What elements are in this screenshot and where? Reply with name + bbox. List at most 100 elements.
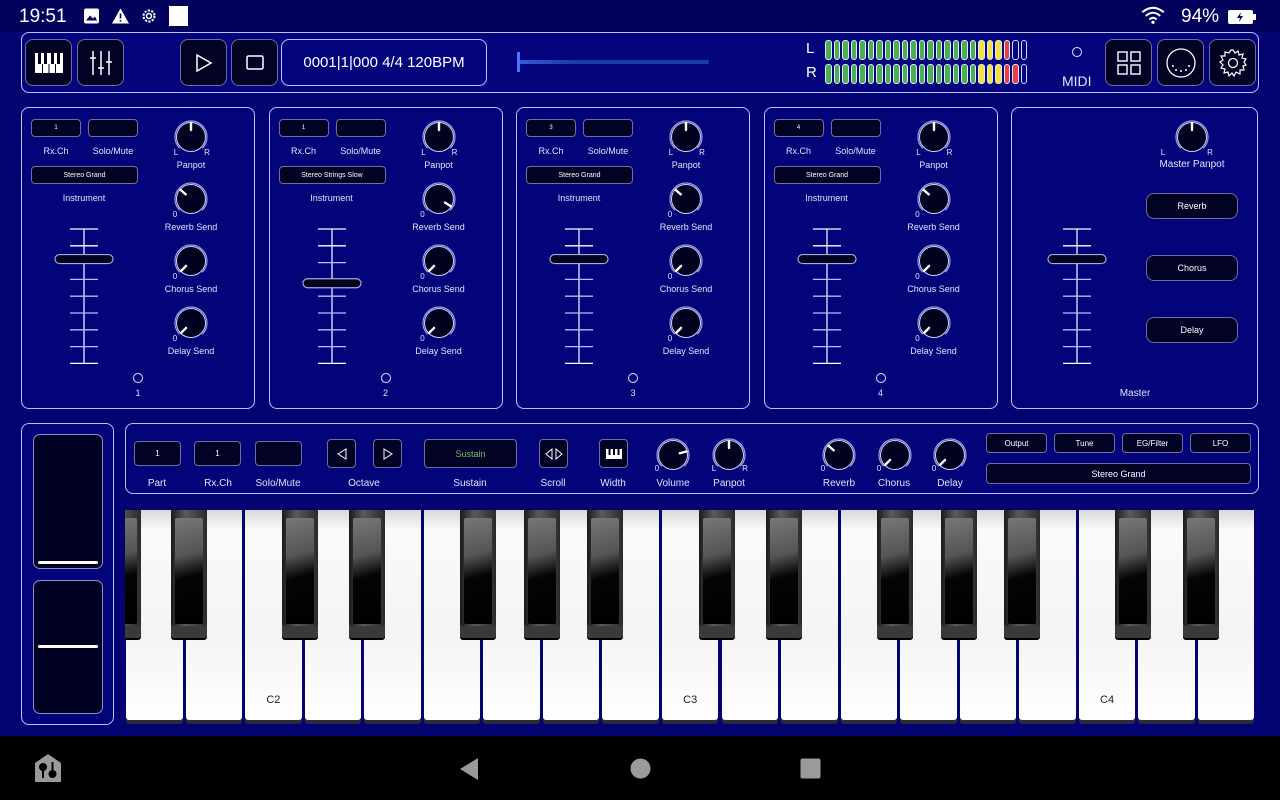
reverb-send-dial (916, 182, 951, 214)
master-reverb-button[interactable]: Reverb (1146, 193, 1238, 219)
part-1-chorus-send-knob[interactable] (172, 242, 210, 280)
modulation-wheel[interactable] (33, 580, 103, 714)
black-key[interactable] (1004, 510, 1041, 638)
part-1-delay-send-knob[interactable] (172, 304, 210, 342)
part-4-solo-mute-button[interactable] (830, 119, 881, 137)
black-key[interactable] (766, 510, 803, 638)
controller-solo-mute-button[interactable] (255, 441, 302, 466)
song-position-slider[interactable] (517, 52, 709, 72)
controller-volume-knob[interactable] (654, 436, 692, 474)
part-3-chorus-send-knob[interactable] (667, 242, 705, 280)
black-key[interactable] (460, 510, 497, 638)
sustain-button[interactable]: Sustain (424, 439, 517, 468)
knob-zero-label: 0 (915, 334, 920, 343)
grid-button[interactable] (1105, 39, 1152, 86)
controller-rx-ch-button[interactable]: 1 (194, 441, 241, 466)
reverb-send-dial (421, 182, 456, 214)
controller-instrument-select[interactable]: Stereo Grand (986, 463, 1251, 484)
part-4-chorus-send-knob[interactable] (915, 242, 953, 280)
black-key[interactable] (877, 510, 914, 638)
master-delay-button[interactable]: Delay (1146, 317, 1238, 343)
reverb-send-label: Reverb Send (164, 222, 218, 232)
octave-up-button[interactable] (373, 439, 402, 468)
song-position-handle[interactable] (517, 52, 520, 72)
master-volume-fader[interactable] (1047, 225, 1107, 365)
part-3-instrument-select[interactable]: Stereo Grand (526, 166, 633, 184)
part-2-instrument-select[interactable]: Stereo Strings Slow (278, 166, 386, 184)
tab-eg-filter[interactable]: EG/Filter (1122, 433, 1183, 453)
part-1-rx-ch-button[interactable]: 1 (31, 119, 81, 137)
meter-segment (867, 40, 874, 60)
black-key[interactable] (281, 510, 318, 638)
part-4-instrument-select[interactable]: Stereo Grand (773, 166, 881, 184)
tab-output[interactable]: Output (986, 433, 1047, 453)
black-key[interactable] (587, 510, 624, 638)
rx-ch-label: Rx.Ch (204, 478, 232, 489)
rx-ch-label: Rx.Ch (785, 146, 812, 156)
play-button[interactable] (180, 39, 227, 86)
chorus-send-label: Chorus Send (659, 284, 713, 294)
fader-handle (549, 253, 609, 265)
part-2-reverb-send-knob[interactable] (420, 180, 458, 218)
part-3-solo-mute-button[interactable] (583, 119, 633, 137)
part-3-volume-fader[interactable] (549, 225, 609, 365)
midi-port-button[interactable] (1157, 39, 1204, 86)
part-4-reverb-send-knob[interactable] (915, 180, 953, 218)
master-chorus-button[interactable]: Chorus (1146, 255, 1238, 281)
meter-segment (978, 40, 985, 60)
mixer-view-button[interactable] (77, 39, 124, 86)
knob-right-label: R (742, 464, 748, 473)
part-1-solo-mute-button[interactable] (88, 119, 138, 137)
black-key[interactable] (698, 510, 735, 638)
piano-keyboard[interactable]: C2 C3 C4 (125, 510, 1257, 724)
stop-button[interactable] (231, 39, 278, 86)
chorus-send-dial (916, 244, 951, 276)
black-key[interactable] (349, 510, 386, 638)
settings-button[interactable] (1209, 39, 1256, 86)
scroll-button[interactable] (539, 439, 568, 468)
part-2-solo-mute-button[interactable] (335, 119, 386, 137)
keyboard-view-button[interactable] (25, 39, 72, 86)
part-2-chorus-send-knob[interactable] (420, 242, 458, 280)
part-3-reverb-send-knob[interactable] (667, 180, 705, 218)
part-3-rx-ch-button[interactable]: 3 (526, 119, 576, 137)
black-key[interactable] (1182, 510, 1219, 638)
part-2-delay-send-knob[interactable] (420, 304, 458, 342)
black-key[interactable] (170, 510, 207, 638)
part-4-rx-ch-button[interactable]: 4 (773, 119, 824, 137)
part-1-reverb-send-knob[interactable] (172, 180, 210, 218)
home-icon[interactable] (630, 758, 651, 779)
part-3-delay-send-knob[interactable] (667, 304, 705, 342)
part-4-delay-send-knob[interactable] (915, 304, 953, 342)
back-icon[interactable] (458, 757, 480, 781)
pitch-bend-wheel[interactable] (33, 434, 103, 569)
part-4-volume-fader[interactable] (796, 225, 857, 365)
warning-icon (112, 8, 129, 24)
tab-lfo[interactable]: LFO (1190, 433, 1251, 453)
part-1-instrument-select[interactable]: Stereo Grand (31, 166, 138, 184)
controller-chorus-knob[interactable] (876, 436, 914, 474)
width-button[interactable] (599, 439, 628, 468)
app-home-icon[interactable] (34, 753, 62, 783)
battery-charging-icon (1228, 10, 1256, 24)
tab-tune[interactable]: Tune (1054, 433, 1115, 453)
recents-icon[interactable] (800, 758, 821, 779)
controller-reverb-knob[interactable] (820, 436, 858, 474)
master-panpot-knob[interactable] (1173, 118, 1211, 156)
part-2-volume-fader[interactable] (301, 225, 362, 365)
position-display[interactable]: 0001|1|000 4/4 120BPM (281, 39, 487, 86)
controller-delay-knob[interactable] (931, 436, 969, 474)
delay-send-label: Delay Send (910, 346, 957, 356)
part-1-volume-fader[interactable] (54, 225, 114, 365)
part-select-button[interactable]: 1 (134, 441, 181, 466)
chorus-label: Chorus (877, 478, 911, 489)
knob-zero-label: 0 (876, 464, 882, 473)
midi-din-icon (1165, 47, 1196, 78)
meter-segment (842, 40, 849, 60)
black-key[interactable] (523, 510, 560, 638)
black-key[interactable] (125, 510, 142, 638)
octave-down-button[interactable] (327, 439, 356, 468)
part-2-rx-ch-button[interactable]: 1 (278, 119, 329, 137)
black-key[interactable] (940, 510, 977, 638)
black-key[interactable] (1115, 510, 1152, 638)
